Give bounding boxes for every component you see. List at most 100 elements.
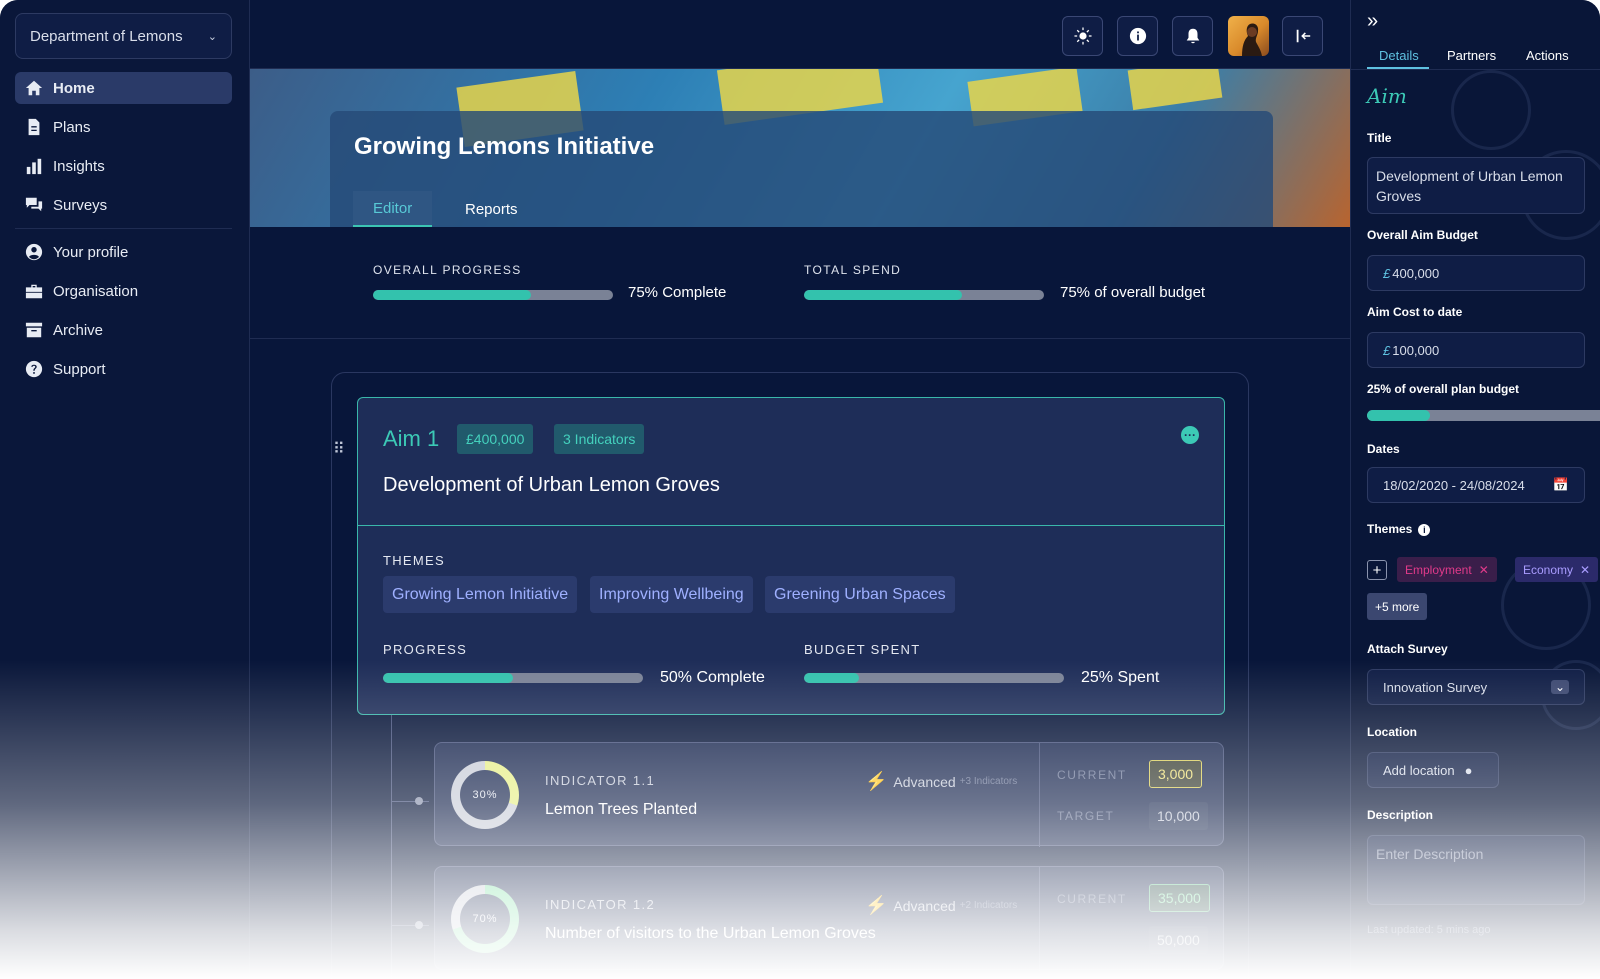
- current-label: CURRENT: [1057, 892, 1127, 906]
- lightning-icon: ⚡: [865, 771, 888, 791]
- more-options-icon[interactable]: ···: [1181, 426, 1199, 444]
- aim-budget-bar: [804, 673, 1064, 683]
- indicator-type[interactable]: ⚡ Advanced +3 Indicators: [865, 771, 1017, 792]
- cost-label: Aim Cost to date: [1367, 305, 1463, 319]
- sidebar-item-label: Surveys: [53, 196, 108, 214]
- current-value[interactable]: 3,000: [1149, 760, 1203, 788]
- sidebar-item-surveys[interactable]: Surveys: [15, 189, 232, 221]
- current-label: CURRENT: [1057, 768, 1127, 782]
- add-location-label: Add location: [1383, 762, 1455, 778]
- sidebar-item-support[interactable]: Support: [15, 353, 232, 385]
- details-panel: » Details Partners Actions Aim Title Dev…: [1350, 0, 1600, 979]
- currency-symbol: £: [1383, 265, 1391, 281]
- sidebar-item-label: Insights: [53, 157, 105, 175]
- theme-chip-economy[interactable]: Economy ✕: [1515, 557, 1599, 582]
- cost-field[interactable]: £ 100,000: [1367, 332, 1585, 368]
- budget-field[interactable]: £ 400,000: [1367, 255, 1585, 291]
- add-theme-button[interactable]: +: [1367, 560, 1387, 580]
- tab-editor[interactable]: Editor: [353, 191, 433, 227]
- hero-card: Growing Lemons Initiative Editor Reports: [330, 111, 1273, 227]
- total-spend-fill: [804, 290, 963, 300]
- theme-chip-label: Economy: [1523, 562, 1574, 577]
- indicator-card[interactable]: 70% INDICATOR 1.2 Number of visitors to …: [434, 866, 1224, 971]
- collapse-panel-icon[interactable]: »: [1367, 10, 1378, 33]
- more-themes-chip[interactable]: +5 more: [1367, 593, 1428, 620]
- theme-chip[interactable]: Growing Lemon Initiative: [383, 576, 578, 613]
- avatar[interactable]: [1228, 16, 1269, 56]
- briefcase-icon: [25, 282, 43, 300]
- budget-label: Overall Aim Budget: [1367, 228, 1478, 242]
- sidebar-item-label: Plans: [53, 118, 91, 136]
- theme-chip-employment[interactable]: Employment ✕: [1397, 557, 1497, 582]
- calendar-icon[interactable]: 📅: [1553, 477, 1569, 493]
- tab-partners[interactable]: Partners: [1447, 48, 1496, 63]
- location-label: Location: [1367, 725, 1417, 739]
- info-icon[interactable]: i: [1418, 523, 1431, 536]
- overall-progress-bar: [373, 290, 613, 300]
- sidebar-item-insights[interactable]: Insights: [15, 150, 232, 182]
- progress-label: PROGRESS: [383, 642, 468, 657]
- info-button[interactable]: [1117, 16, 1158, 56]
- close-icon[interactable]: ✕: [1479, 563, 1489, 577]
- target-label: TARGET: [1057, 809, 1115, 823]
- notifications-button[interactable]: [1172, 16, 1213, 56]
- lightning-icon: ⚡: [865, 895, 888, 915]
- tree-connector: [391, 715, 392, 979]
- nav-divider: [15, 228, 232, 229]
- indicator-type[interactable]: ⚡ Advanced +2 Indicators: [865, 895, 1017, 916]
- indicator-type-label: Advanced: [893, 897, 956, 914]
- theme-chip[interactable]: Greening Urban Spaces: [765, 576, 955, 613]
- indicator-card[interactable]: 30% INDICATOR 1.1 Lemon Trees Planted ⚡ …: [434, 742, 1224, 847]
- indicator-name: Lemon Trees Planted: [545, 801, 698, 818]
- collapse-sidebar-button[interactable]: [1282, 16, 1323, 56]
- total-spend-label: TOTAL SPEND: [804, 263, 902, 277]
- target-value[interactable]: 10,000: [1149, 802, 1208, 830]
- tree-connector: [391, 925, 429, 926]
- theme-chip[interactable]: Improving Wellbeing: [590, 576, 753, 613]
- sun-icon: [1073, 27, 1092, 45]
- sidebar-item-label: Home: [53, 79, 95, 97]
- indicator-sub-count: +3 Indicators: [959, 776, 1018, 787]
- title-field[interactable]: Development of Urban Lemon Groves: [1367, 157, 1585, 214]
- aim-header: Aim 1 £400,000 3 Indicators ··· Developm…: [358, 398, 1224, 526]
- sidebar-nav: Home Plans Insights Surveys Your profile: [15, 72, 232, 392]
- archive-icon: [25, 321, 43, 339]
- sidebar-item-archive[interactable]: Archive: [15, 314, 232, 346]
- arrow-to-left-icon: [1296, 29, 1310, 43]
- indicator-sub-count: +2 Indicators: [959, 900, 1018, 911]
- map-pin-icon: ●: [1464, 762, 1473, 778]
- sidebar-item-home[interactable]: Home: [15, 72, 232, 104]
- avatar-portrait-icon: [1242, 23, 1262, 56]
- target-value[interactable]: 50,000: [1149, 926, 1208, 954]
- sidebar-item-organisation[interactable]: Organisation: [15, 275, 232, 307]
- total-spend-text: 75% of overall budget: [1060, 284, 1206, 301]
- user-icon: [25, 243, 43, 261]
- title-label: Title: [1367, 131, 1392, 145]
- plan-budget-fill: [1367, 410, 1430, 421]
- tab-reports[interactable]: Reports: [445, 191, 538, 227]
- org-selector[interactable]: Department of Lemons ⌄: [15, 13, 232, 59]
- add-location-button[interactable]: Add location ●: [1367, 752, 1499, 788]
- survey-value: Innovation Survey: [1383, 679, 1488, 695]
- aim-budget-badge: £400,000: [457, 424, 534, 454]
- dates-field[interactable]: 18/02/2020 - 24/08/2024 📅: [1367, 467, 1585, 503]
- sidebar-item-profile[interactable]: Your profile: [15, 236, 232, 268]
- themes-label: THEMES: [383, 553, 445, 568]
- bar-chart-icon: [25, 157, 43, 175]
- plan-budget-bar: [1367, 410, 1600, 421]
- tab-details[interactable]: Details: [1379, 48, 1419, 63]
- drag-handle-icon[interactable]: ⠿: [333, 439, 345, 459]
- sidebar-item-plans[interactable]: Plans: [15, 111, 232, 143]
- main-content: Growing Lemons Initiative Editor Reports…: [250, 69, 1350, 979]
- cost-value: 100,000: [1392, 342, 1440, 358]
- aim-card[interactable]: Aim 1 £400,000 3 Indicators ··· Developm…: [357, 397, 1225, 715]
- description-field[interactable]: Enter Description: [1367, 835, 1585, 905]
- aim-indicators-badge: 3 Indicators: [554, 424, 645, 454]
- tab-actions[interactable]: Actions: [1526, 48, 1569, 63]
- active-tab-indicator: [1367, 67, 1429, 69]
- survey-select[interactable]: Innovation Survey ⌄: [1367, 669, 1585, 705]
- theme-toggle-button[interactable]: [1062, 16, 1103, 56]
- indicator-label: INDICATOR 1.2: [545, 897, 656, 912]
- current-value[interactable]: 35,000: [1149, 884, 1210, 912]
- close-icon[interactable]: ✕: [1580, 563, 1590, 577]
